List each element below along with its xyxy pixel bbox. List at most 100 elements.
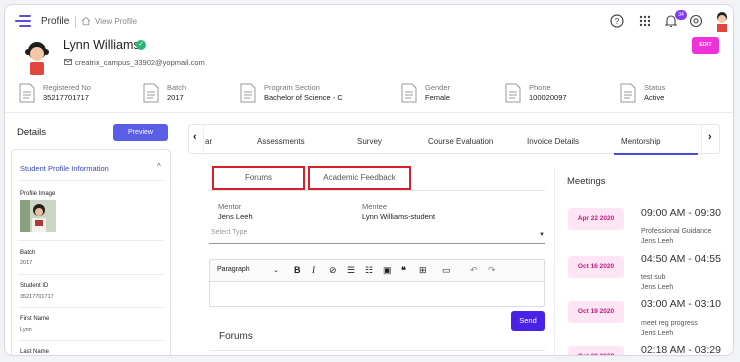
link-icon[interactable]: ⊘ bbox=[329, 265, 337, 276]
chevron-up-icon[interactable]: ^ bbox=[157, 162, 161, 171]
meeting-subject: Professional Guidance bbox=[641, 228, 712, 235]
field-value: 35217701717 bbox=[20, 294, 54, 300]
document-icon bbox=[401, 83, 417, 103]
mentor-label: Mentor bbox=[218, 202, 242, 211]
meeting-time: 04:50 AM - 04:55 bbox=[641, 253, 721, 265]
meeting-subject: test sub bbox=[641, 274, 666, 281]
image-icon[interactable]: ▣ bbox=[383, 265, 392, 276]
mentee-label: Mentee bbox=[362, 202, 388, 211]
profile-email: creatrix_campus_33902@yopmail.com bbox=[75, 58, 205, 67]
paragraph-select[interactable]: Paragraph bbox=[217, 266, 250, 273]
meeting-mentor: Jens Leeh bbox=[641, 238, 674, 245]
divider bbox=[209, 350, 545, 351]
document-icon bbox=[143, 83, 159, 103]
divider bbox=[18, 307, 164, 308]
info-label: Gender bbox=[425, 83, 451, 92]
info-value: 2017 bbox=[167, 93, 184, 102]
select-type-dropdown[interactable]: Select Type ▼ bbox=[209, 228, 545, 244]
breadcrumb-separator bbox=[75, 16, 76, 28]
meeting-time: 09:00 AM - 09:30 bbox=[641, 207, 721, 219]
chevron-down-icon[interactable]: ⌄ bbox=[273, 266, 279, 274]
info-label: Status bbox=[644, 83, 666, 92]
meeting-subject: meet reg progress bbox=[641, 320, 698, 327]
editor-toolbar: Paragraph ⌄ B I ⊘ ☰ ☷ ▣ ❝ ⊞ ▭ ↶ ↷ bbox=[210, 260, 544, 282]
chevron-left-icon[interactable]: ‹ bbox=[193, 131, 197, 143]
send-button[interactable]: Send bbox=[511, 311, 545, 331]
italic-icon[interactable]: I bbox=[312, 265, 315, 275]
meeting-date[interactable]: Oct 19 2020 bbox=[568, 301, 624, 323]
edit-button[interactable]: EDIT bbox=[692, 37, 719, 54]
divider bbox=[18, 274, 164, 275]
profile-name: Lynn Williams bbox=[63, 38, 140, 52]
profile-photo bbox=[20, 200, 56, 232]
tab-partial[interactable]: ar bbox=[205, 137, 212, 146]
rich-text-editor[interactable]: Paragraph ⌄ B I ⊘ ☰ ☷ ▣ ❝ ⊞ ▭ ↶ ↷ bbox=[209, 259, 545, 307]
meeting-time: 02:18 AM - 03:29 bbox=[641, 344, 721, 356]
quote-icon[interactable]: ❝ bbox=[401, 265, 406, 276]
details-title: Details bbox=[17, 127, 47, 138]
home-icon[interactable] bbox=[81, 16, 91, 26]
undo-icon[interactable]: ↶ bbox=[470, 265, 478, 276]
meeting-mentor: Jens Leeh bbox=[641, 284, 674, 291]
document-icon bbox=[620, 83, 636, 103]
field-label: Last Name bbox=[20, 349, 50, 355]
document-icon bbox=[19, 83, 35, 103]
help-icon[interactable]: ? bbox=[609, 13, 625, 29]
mentee-value: Lynn Williams-student bbox=[362, 212, 436, 221]
mail-icon bbox=[64, 59, 72, 65]
info-value: Female bbox=[425, 93, 451, 102]
info-label: Registered No bbox=[43, 83, 91, 92]
field-label: Student ID bbox=[20, 283, 49, 289]
info-value: Bachelor of Science - C bbox=[264, 93, 343, 102]
field-label: First Name bbox=[20, 316, 50, 322]
chevron-right-icon[interactable]: › bbox=[708, 131, 712, 143]
divider bbox=[208, 190, 545, 191]
divider bbox=[18, 240, 164, 241]
menu-icon[interactable] bbox=[15, 15, 31, 27]
tab-assessments[interactable]: Assessments bbox=[257, 137, 305, 146]
info-value: 100020097 bbox=[529, 93, 567, 102]
tab-survey[interactable]: Survey bbox=[357, 137, 382, 146]
preview-button[interactable]: Preview bbox=[113, 124, 168, 141]
app-frame: Profile View Profile ? 34 Lynn Williams … bbox=[4, 4, 734, 356]
user-avatar[interactable] bbox=[713, 10, 731, 32]
divider bbox=[554, 168, 555, 355]
forums-title: Forums bbox=[219, 331, 253, 342]
divider bbox=[5, 112, 733, 113]
bold-icon[interactable]: B bbox=[294, 265, 301, 275]
divider bbox=[18, 340, 164, 341]
redo-icon[interactable]: ↷ bbox=[488, 265, 496, 276]
settings-icon[interactable] bbox=[688, 13, 704, 29]
meeting-mentor: Jens Leeh bbox=[641, 330, 674, 337]
info-value: 35217701717 bbox=[43, 93, 89, 102]
field-label: Batch bbox=[20, 250, 36, 256]
breadcrumb[interactable]: View Profile bbox=[95, 17, 137, 26]
sub-tab-forums[interactable]: Forums bbox=[212, 166, 305, 190]
bulleted-list-icon[interactable]: ☰ bbox=[347, 265, 355, 276]
tabs-bar: ‹ ar Assessments Survey Course Evaluatio… bbox=[188, 124, 720, 155]
tab-separator bbox=[203, 125, 204, 155]
divider bbox=[18, 180, 164, 181]
svg-text:?: ? bbox=[615, 17, 620, 26]
tab-separator bbox=[701, 125, 702, 155]
tab-invoice-details[interactable]: Invoice Details bbox=[527, 137, 579, 146]
meeting-date[interactable]: Oct 16 2020 bbox=[568, 256, 624, 278]
table-icon[interactable]: ⊞ bbox=[419, 265, 427, 276]
numbered-list-icon[interactable]: ☷ bbox=[365, 265, 373, 276]
top-bar: Profile View Profile ? 34 bbox=[5, 5, 733, 37]
tab-mentorship[interactable]: Mentorship bbox=[621, 137, 661, 146]
section-title[interactable]: Student Profile Information bbox=[20, 164, 109, 173]
sub-tab-academic-feedback[interactable]: Academic Feedback bbox=[308, 166, 411, 190]
active-tab-indicator bbox=[614, 153, 698, 155]
media-embed-icon[interactable]: ▭ bbox=[442, 265, 451, 276]
student-profile-card: Student Profile Information ^ Profile Im… bbox=[11, 149, 171, 355]
info-label: Batch bbox=[167, 83, 187, 92]
document-icon bbox=[240, 83, 256, 103]
info-label: Program Section bbox=[264, 83, 320, 92]
apps-grid-icon[interactable] bbox=[637, 13, 653, 29]
document-icon bbox=[505, 83, 521, 103]
meeting-date[interactable]: Oct 20 2020 bbox=[568, 346, 624, 355]
meeting-date[interactable]: Apr 22 2020 bbox=[568, 208, 624, 230]
tab-course-evaluation[interactable]: Course Evaluation bbox=[428, 137, 493, 146]
page-title: Profile bbox=[41, 16, 70, 27]
